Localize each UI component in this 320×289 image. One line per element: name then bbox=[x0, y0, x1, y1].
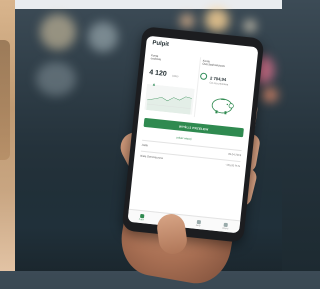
balance-value: 4 120 bbox=[148, 69, 168, 78]
card-icon bbox=[196, 219, 201, 224]
bokeh-light bbox=[205, 8, 229, 32]
bokeh-light bbox=[40, 14, 76, 50]
tab-label: Pulpit bbox=[138, 218, 144, 221]
trend-up-icon: ▲ bbox=[151, 81, 157, 87]
list-item-value: -125,00 PLN bbox=[225, 163, 241, 169]
savings-goal-line2: oszczędzania bbox=[213, 81, 229, 87]
bokeh-light bbox=[244, 20, 256, 32]
tile-divider bbox=[193, 57, 202, 118]
tab-label: Karty bbox=[195, 224, 201, 227]
bokeh-light bbox=[180, 14, 194, 28]
tab-more[interactable]: Więcej bbox=[222, 222, 229, 230]
savings-tile[interactable]: Konto Oszczędnościowe bbox=[202, 59, 250, 71]
list-item-title: Biała Ziemniaczyna bbox=[140, 154, 163, 160]
page-title: Pulpit bbox=[152, 40, 170, 48]
photo-hair bbox=[0, 40, 10, 160]
home-icon bbox=[139, 213, 144, 218]
balance-unit: (zł/ks) bbox=[171, 74, 179, 79]
send-transfer-button[interactable]: WYŚLIJ PRZELEW bbox=[143, 117, 244, 138]
tab-dashboard[interactable]: Pulpit bbox=[138, 213, 145, 221]
progress-ring-icon bbox=[199, 72, 208, 81]
savings-piggy-icon bbox=[211, 98, 234, 115]
top-banner-edge bbox=[0, 0, 282, 9]
bokeh-light bbox=[36, 62, 76, 96]
phone-screen: Pulpit Konta osobiste Konto Oszczędności… bbox=[127, 35, 259, 234]
accounts-tile[interactable]: Konta osobiste bbox=[150, 53, 196, 65]
balance-chart bbox=[144, 83, 195, 115]
bokeh-light bbox=[262, 88, 278, 102]
show-more-link[interactable]: pokaż więcej bbox=[176, 136, 191, 141]
tab-label: Więcej bbox=[222, 227, 229, 230]
smartphone: Pulpit Konta osobiste Konto Oszczędności… bbox=[121, 26, 265, 243]
list-item-title: Jodła bbox=[141, 143, 148, 148]
more-icon bbox=[223, 222, 228, 227]
bokeh-light bbox=[88, 22, 118, 52]
list-item-value: 09.04.2019 bbox=[227, 152, 242, 158]
tab-cards[interactable]: Karty bbox=[195, 219, 201, 227]
savings-goal-label: Cel oszczędzania bbox=[209, 81, 228, 86]
